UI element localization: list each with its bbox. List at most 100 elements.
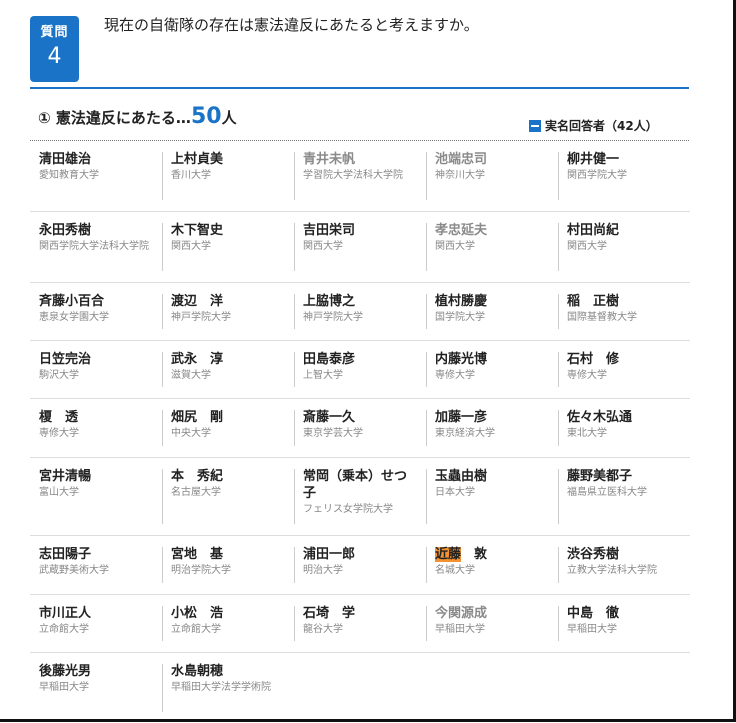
- respondent-name: 稲 正樹: [567, 294, 620, 309]
- search-highlight: 近藤: [435, 547, 462, 562]
- respondent-name: 藤野美都子: [567, 469, 633, 484]
- respondent-name: 畑尻 剛: [171, 410, 224, 425]
- respondent-name: 孝忠延夫: [435, 223, 488, 238]
- respondent-cell: 玉蟲由樹 日本大学: [426, 458, 558, 535]
- divider: [30, 87, 689, 89]
- respondent-name: 木下智史: [171, 223, 224, 238]
- respondent-cell: 村田尚紀 関西大学: [558, 212, 690, 282]
- respondent-cell: 石村 修専修大学: [558, 341, 690, 398]
- respondent-name: 水島朝穂: [171, 664, 224, 679]
- respondent-row: 清田雄治 愛知教育大学 上村貞美 香川大学 青井未帆 学習院大学法科大学院 池端忠司 神奈川大…: [30, 141, 690, 212]
- respondent-cell: 青井未帆 学習院大学法科大学院: [294, 141, 426, 211]
- respondent-cell: 清田雄治愛知教育大学: [30, 141, 162, 211]
- respondent-cell: 水島朝穂 早稲田大学法学学術院: [162, 653, 294, 723]
- respondent-name: 渋谷秀樹: [567, 547, 620, 562]
- respondent-university: 滋賀大学: [171, 370, 211, 381]
- respondent-name: 日笠完治: [39, 352, 92, 367]
- respondent-name: 榎 透: [39, 410, 79, 425]
- respondent-cell: 上脇博之 神戸学院大学: [294, 283, 426, 340]
- respondent-cell: 中島 徹早稲田大学: [558, 595, 690, 652]
- section-title: ① 憲法違反にあたる…50人: [38, 104, 237, 129]
- respondent-university: 関西大学: [171, 241, 211, 252]
- respondent-university: 神戸学院大学: [303, 312, 363, 323]
- respondent-row: 宮井清暢 富山大学本 秀紀 名古屋大学 常岡（乗本）せつ子 フェリス女学院大学 玉蟲由樹日…: [30, 458, 690, 536]
- respondent-cell: 佐々木弘通 東北大学: [558, 399, 690, 457]
- respondent-university: 愛知教育大学: [39, 170, 99, 181]
- respondent-name-rest: 敦: [461, 547, 488, 562]
- respondent-university: 東京経済大学: [435, 428, 495, 439]
- respondent-name: 宮井清暢: [39, 469, 92, 484]
- respondent-name: 佐々木弘通: [567, 410, 633, 425]
- respondent-university: 専修大学: [39, 428, 79, 439]
- question-badge: 質問 4: [30, 16, 79, 82]
- respondent-university: 福島県立医科大学: [567, 487, 647, 498]
- respondent-cell: 今関源成 早稲田大学: [426, 595, 558, 652]
- respondent-cell: 上村貞美 香川大学: [162, 141, 294, 211]
- respondent-university: 名城大学: [435, 565, 475, 576]
- respondent-name: 渡辺 洋: [171, 294, 224, 309]
- respondent-university: 上智大学: [303, 370, 343, 381]
- respondent-university: 立教大学法科大学院: [567, 565, 657, 576]
- respondent-row: 志田陽子 武蔵野美術大学 宮地 基明治学院大学 浦田一郎 明治大学 近藤 敦名城大学 渋谷秀…: [30, 536, 690, 595]
- respondent-name: 田島泰彦: [303, 352, 356, 367]
- section-unit: 人: [221, 109, 237, 127]
- respondent-name: 宮地 基: [171, 547, 224, 562]
- respondent-grid: 清田雄治 愛知教育大学 上村貞美 香川大学 青井未帆 学習院大学法科大学院 池端忠司 神奈川大…: [30, 141, 690, 723]
- respondent-cell: 柳井健一関西学院大学: [558, 141, 690, 211]
- respondent-cell: 永田秀樹 関西学院大学法科大学院: [30, 212, 162, 282]
- respondent-cell: 常岡（乗本）せつ子フェリス女学院大学: [294, 458, 426, 535]
- respondent-name: 後藤光男: [39, 664, 92, 679]
- respondent-university: 国際基督教大学: [567, 312, 637, 323]
- respondent-university: 専修大学: [435, 370, 475, 381]
- named-respondents-toggle[interactable]: 実名回答者（42人）: [529, 117, 658, 134]
- respondent-name: 本 秀紀: [171, 469, 224, 484]
- respondent-university: 名古屋大学: [171, 487, 221, 498]
- respondent-name: 加藤一彦: [435, 410, 488, 425]
- respondent-cell: 石埼 学龍谷大学: [294, 595, 426, 652]
- respondent-cell: 木下智史 関西大学: [162, 212, 294, 282]
- respondent-cell: 武永 淳滋賀大学: [162, 341, 294, 398]
- respondent-name: 志田陽子: [39, 547, 92, 562]
- respondent-cell: 後藤光男 早稲田大学: [30, 653, 162, 723]
- respondent-row: 後藤光男 早稲田大学 水島朝穂 早稲田大学法学学術院: [30, 653, 690, 723]
- respondent-university: 関西大学: [567, 241, 607, 252]
- respondent-cell: 植村勝慶 国学院大学: [426, 283, 558, 340]
- respondent-cell: 稲 正樹国際基督教大学: [558, 283, 690, 340]
- respondent-name: 市川正人: [39, 606, 92, 621]
- respondent-name: 清田雄治: [39, 152, 92, 167]
- respondent-cell: 畑尻 剛中央大学: [162, 399, 294, 457]
- respondent-university: 明治大学: [303, 565, 343, 576]
- respondent-row: 日笠完治 駒沢大学 武永 淳滋賀大学 田島泰彦 上智大学 内藤光博 専修大学 石村 修専修大学: [30, 341, 690, 399]
- respondent-university: フェリス女学院大学: [303, 504, 393, 515]
- respondent-university: 関西大学: [435, 241, 475, 252]
- respondent-name: 斉藤小百合: [39, 294, 105, 309]
- respondent-name: 池端忠司: [435, 152, 488, 167]
- respondent-name: 植村勝慶: [435, 294, 488, 309]
- respondent-university: 日本大学: [435, 487, 475, 498]
- respondent-university: 早稲田大学: [39, 682, 89, 693]
- respondent-name: 常岡（乗本）せつ子: [303, 469, 408, 501]
- respondent-university: 東京学芸大学: [303, 428, 363, 439]
- respondent-name: 柳井健一: [567, 152, 620, 167]
- respondent-cell: 斉藤小百合 恵泉女学園大学: [30, 283, 162, 340]
- respondent-name: 小松 浩: [171, 606, 224, 621]
- question-number: 4: [47, 44, 62, 69]
- respondent-name: 石埼 学: [303, 606, 356, 621]
- respondent-row: 斉藤小百合 恵泉女学園大学 渡辺 洋神戸学院大学 上脇博之 神戸学院大学 植村勝慶 国学院大…: [30, 283, 690, 341]
- respondent-cell: 渋谷秀樹立教大学法科大学院: [558, 536, 690, 594]
- respondent-cell: 田島泰彦 上智大学: [294, 341, 426, 398]
- respondent-name: 斎藤一久: [303, 410, 356, 425]
- respondent-cell: 小松 浩立命館大学: [162, 595, 294, 652]
- respondent-cell: 斎藤一久東京学芸大学: [294, 399, 426, 457]
- respondent-university: 専修大学: [567, 370, 607, 381]
- respondent-row: 永田秀樹 関西学院大学法科大学院 木下智史 関西大学 吉田栄司 関西大学 孝忠延夫 関西大学村…: [30, 212, 690, 283]
- respondent-cell: 孝忠延夫 関西大学: [426, 212, 558, 282]
- respondent-university: 関西大学: [303, 241, 343, 252]
- respondent-name: 浦田一郎: [303, 547, 356, 562]
- respondent-university: 立命館大学: [171, 624, 221, 635]
- minus-icon[interactable]: [529, 119, 541, 132]
- respondent-university: 神奈川大学: [435, 170, 485, 181]
- respondent-name: 今関源成: [435, 606, 488, 621]
- respondent-university: 関西学院大学: [567, 170, 627, 181]
- respondent-name: 石村 修: [567, 352, 620, 367]
